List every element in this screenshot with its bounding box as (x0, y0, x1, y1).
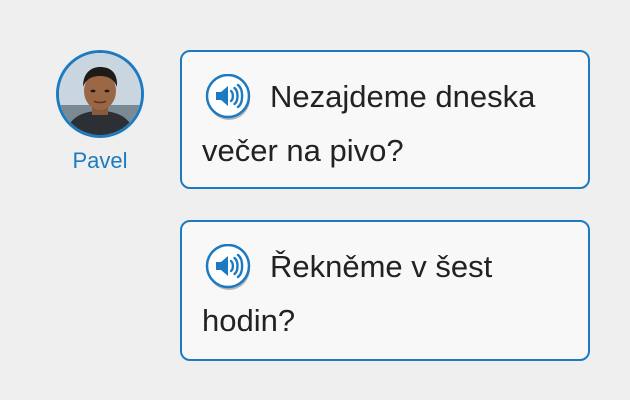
message-line: Řekněme v šest hodin? (202, 240, 568, 348)
speaker-icon[interactable] (202, 244, 256, 290)
person-avatar-icon (59, 53, 141, 135)
message-line: Nezajdeme dneska večer na pivo? (202, 70, 568, 178)
chat-bubble: Nezajdeme dneska večer na pivo? (180, 50, 590, 189)
avatar (56, 50, 144, 138)
speaker-icon[interactable] (202, 74, 256, 120)
speaker-name: Pavel (72, 148, 128, 173)
chat-bubble: Řekněme v šest hodin? (180, 220, 590, 361)
